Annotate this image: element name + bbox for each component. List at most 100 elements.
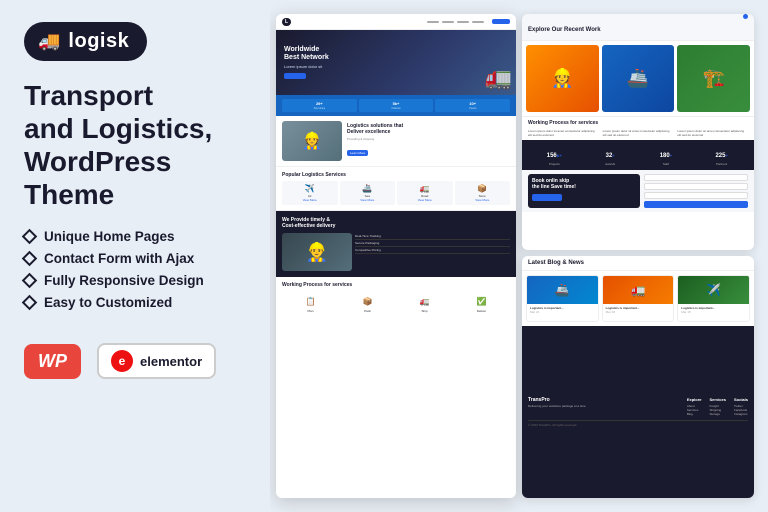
blog-date-1: Mar 21 xyxy=(530,310,595,314)
tr-process-col-3: Lorem ipsum dolor sit amet consectetur a… xyxy=(677,129,748,137)
tr-header: Explore Our Recent Work xyxy=(522,14,754,41)
service-card-3: 🚛 Road View More xyxy=(397,181,453,205)
blog-card-3: ✈️ Logistics is important... Mar 15 xyxy=(677,275,750,322)
process-icon-4: ✅ xyxy=(477,297,487,306)
blog-content-1: Logistics is important... Mar 21 xyxy=(527,304,598,316)
booking-submit-button[interactable] xyxy=(644,201,748,208)
stat-1: 29+ Services xyxy=(282,99,357,112)
footer-top: TransPro Delivering your worldone packag… xyxy=(528,397,748,416)
booking-input-1[interactable] xyxy=(644,174,748,181)
recent-work-photo-3: 🏗️ xyxy=(677,45,750,112)
service-card-4: 📦 Store View More xyxy=(455,181,511,205)
blog-card-1: 🚢 Logistics is important... Mar 21 xyxy=(526,275,599,322)
process-step-1-label: Plan xyxy=(306,309,316,313)
dark-delivery-section: We Provide timely &Cost-effective delive… xyxy=(276,211,516,277)
elementor-icon: e xyxy=(111,350,133,372)
delivery-feature-2: Secure Packaging xyxy=(355,240,510,247)
blog-content-3: Logistics is important... Mar 15 xyxy=(678,304,749,316)
footer-col-1-link-3[interactable]: Blog xyxy=(687,412,702,416)
service-2-link[interactable]: View More xyxy=(342,198,394,202)
preview-navbar: L xyxy=(276,14,516,30)
feature-item-3: Fully Responsive Design xyxy=(24,273,204,288)
booking-input-2[interactable] xyxy=(644,183,748,190)
feature-item-1: Unique Home Pages xyxy=(24,229,204,244)
footer-col-3: Socials Twitter Facebook Instagram xyxy=(734,397,748,416)
logistics-title: Logistics solutions thatDeliver excellen… xyxy=(347,123,508,135)
logistics-image: 👷 xyxy=(282,121,342,161)
tr-stats-dark: 156K+ Projects 32+ Awards 180 + Staff 225… xyxy=(522,140,754,170)
process-step-2: 📦 Pack xyxy=(363,291,373,313)
tr-stat-2-unit: + xyxy=(612,153,614,158)
process-step-2-label: Pack xyxy=(363,309,373,313)
feature-item-4: Easy to Customized xyxy=(24,295,204,310)
process-title: Working Process for services xyxy=(282,282,510,288)
nav-link-4 xyxy=(472,21,484,23)
road-freight-icon: 🚛 xyxy=(399,184,451,193)
tr-stat-2: 32+ Awards xyxy=(584,144,637,166)
tr-stat-4-num: 225 xyxy=(715,153,725,159)
nav-link-3 xyxy=(457,21,469,23)
process-step-4-label: Deliver xyxy=(477,309,487,313)
blog-title: Latest Blog & News xyxy=(528,260,748,266)
footer-col-2-link-3[interactable]: Storage xyxy=(710,412,726,416)
stat-2-label: Clients xyxy=(361,106,432,110)
nav-cta-button[interactable] xyxy=(492,19,510,24)
hero-cta-button[interactable] xyxy=(284,73,306,79)
process-step-3-label: Ship xyxy=(420,309,430,313)
diamond-icon-1 xyxy=(22,229,38,245)
tr-process-col-1: Lorem ipsum dolor sit amet consectetur a… xyxy=(528,129,599,137)
process-step-3: 🚛 Ship xyxy=(420,291,430,313)
booking-input-3[interactable] xyxy=(644,192,748,199)
tr-stat-3-label: Staff xyxy=(640,162,693,166)
service-3-link[interactable]: View More xyxy=(399,198,451,202)
logistics-desc: Providing & shipping xyxy=(347,137,508,141)
tr-process-cols: Lorem ipsum dolor sit amet consectetur a… xyxy=(528,129,748,137)
truck-icon: 🚚 xyxy=(38,31,60,52)
diamond-icon-4 xyxy=(22,295,38,311)
hero-subtitle: Lorem ipsum dolor sit xyxy=(284,64,329,69)
footer-col-1-title: Explore xyxy=(687,397,702,402)
workers-image: 👷‍♂️ xyxy=(282,233,352,271)
delivery-features-list: Real-Time Tracking Secure Packaging Comp… xyxy=(355,233,510,271)
footer-brand: TransPro xyxy=(528,397,586,403)
stat-3-label: Years xyxy=(437,106,508,110)
tr-stat-1-unit: K+ xyxy=(557,153,562,158)
stats-row: 29+ Services 5k+ Clients 10+ Years xyxy=(276,95,516,116)
service-4-link[interactable]: View More xyxy=(457,198,509,202)
sea-freight-icon: 🚢 xyxy=(342,184,394,193)
logistics-text: Logistics solutions thatDeliver excellen… xyxy=(345,121,510,161)
nav-link-2 xyxy=(442,21,454,23)
preview-logo: L xyxy=(282,18,291,26)
service-1-link[interactable]: View More xyxy=(284,198,336,202)
warehouse-icon: 📦 xyxy=(457,184,509,193)
top-right-preview: Explore Our Recent Work 👷 🚢 🏗️ Working P… xyxy=(522,14,754,250)
hero-title: WorldwideBest Network xyxy=(284,46,329,63)
booking-title: Book onlin skipthe line Save time! xyxy=(532,178,636,190)
diamond-icon-3 xyxy=(22,273,38,289)
services-title: Popular Logistics Services xyxy=(282,172,510,178)
footer-col-3-title: Socials xyxy=(734,397,748,402)
booking-button[interactable] xyxy=(532,194,562,201)
footer-col-2-title: Services xyxy=(710,397,726,402)
blog-card-2: 🚛 Logistics is important... Mar 18 xyxy=(602,275,675,322)
process-section: Working Process for services 📋 Plan 📦 Pa… xyxy=(276,277,516,318)
hero-section: WorldwideBest Network Lorem ipsum dolor … xyxy=(276,30,516,95)
hero-text: WorldwideBest Network Lorem ipsum dolor … xyxy=(284,46,329,80)
footer-bottom: © 2024 TransPro. All rights reserved. xyxy=(528,420,748,427)
tr-process: Working Process for services Lorem ipsum… xyxy=(522,116,754,140)
feature-item-2: Contact Form with Ajax xyxy=(24,251,204,266)
blog-date-2: Mar 18 xyxy=(606,310,671,314)
tr-stat-1: 156K+ Projects xyxy=(528,144,581,166)
footer-section: TransPro Delivering your worldone packag… xyxy=(522,326,754,498)
right-panel: L WorldwideBest Network Lorem ipsum dolo… xyxy=(270,0,768,512)
elementor-badge: e elementor xyxy=(97,343,216,379)
tr-stat-3-num: 180 xyxy=(660,153,670,159)
stat-2: 5k+ Clients xyxy=(359,99,434,112)
nav-links xyxy=(427,21,484,23)
stat-3: 10+ Years xyxy=(435,99,510,112)
process-icon-3: 🚛 xyxy=(420,297,430,306)
footer-col-3-link-3[interactable]: Instagram xyxy=(734,412,748,416)
blog-date-3: Mar 15 xyxy=(681,310,746,314)
bottom-right-preview: Latest Blog & News 🚢 Logistics is import… xyxy=(522,256,754,498)
features-list: Unique Home Pages Contact Form with Ajax… xyxy=(24,229,204,317)
